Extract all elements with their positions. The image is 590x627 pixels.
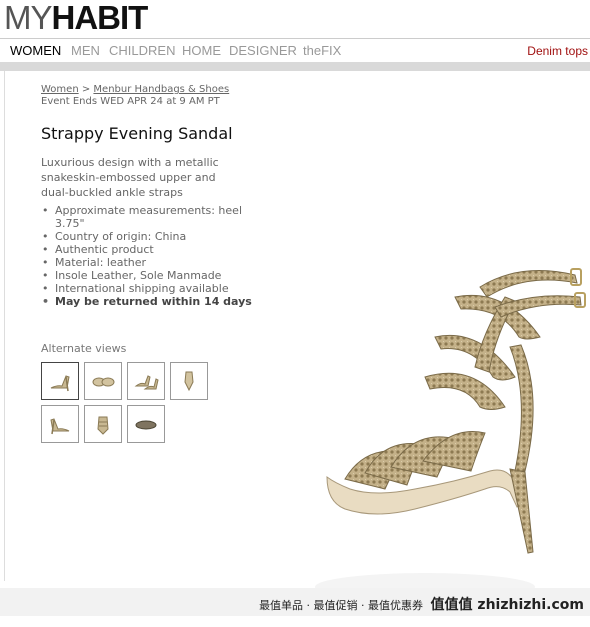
promo-link[interactable]: Denim tops [527,44,588,58]
sandal-front-icon [97,416,109,435]
sandal-pair-icon [134,375,159,390]
footer-watermark: 最值单品 · 最值促销 · 最值优惠券 值值值 zhizhizhi.com [259,594,584,614]
alternate-view-thumb-6[interactable] [84,405,122,443]
site-logo[interactable]: MYHABIT [4,0,149,36]
product-image[interactable] [305,257,590,627]
feature-item: International shipping available [41,282,261,295]
nav-item-children[interactable]: CHILDREN [109,43,175,58]
alternate-view-thumb-1[interactable] [41,362,79,400]
feature-item: Approximate measurements: heel 3.75" [41,204,261,230]
nav-item-designer[interactable]: DESIGNER [229,43,297,58]
breadcrumb-separator: > [81,84,91,95]
product-title: Strappy Evening Sandal [41,124,233,143]
sandal-back-icon [184,371,194,392]
product-features-list: Approximate measurements: heel 3.75" Cou… [41,204,261,308]
nav-item-men[interactable]: MEN [71,43,100,58]
breadcrumb-women-link[interactable]: Women [41,84,79,95]
logo-part-habit: HABIT [51,0,149,36]
sandal-side-icon [50,375,70,392]
product-page: Women > Menbur Handbags & Shoes Event En… [4,71,590,601]
nav-item-thefix[interactable]: theFIX [303,43,341,58]
sandal-top-icon [92,377,115,387]
main-nav: WOMEN MEN CHILDREN HOME DESIGNER theFIX … [0,38,590,63]
feature-item: Insole Leather, Sole Manmade [41,269,261,282]
breadcrumb-sale-link[interactable]: Menbur Handbags & Shoes [93,84,229,95]
alternate-view-thumb-3[interactable] [127,362,165,400]
alternate-view-thumb-2[interactable] [84,362,122,400]
nav-divider-band [0,62,590,71]
footer-slogan: 最值单品 · 最值促销 · 最值优惠券 [259,599,424,612]
nav-item-home[interactable]: HOME [182,43,221,58]
alternate-view-thumb-5[interactable] [41,405,79,443]
alternate-views-label: Alternate views [41,342,127,355]
sandal-inside-icon [50,418,70,435]
alternate-view-thumb-4[interactable] [170,362,208,400]
alternate-view-thumb-7[interactable] [127,405,165,443]
return-policy-item: May be returned within 14 days [41,295,261,308]
product-description: Luxurious design with a metallic snakesk… [41,156,219,199]
event-end-text: Event Ends WED APR 24 at 9 AM PT [41,96,220,107]
footer-brand[interactable]: 值值值 zhizhizhi.com [431,597,584,613]
feature-item: Authentic product [41,243,261,256]
site-footer: 最值单品 · 最值促销 · 最值优惠券 值值值 zhizhizhi.com [0,588,590,616]
logo-part-my: MY [4,0,52,36]
breadcrumb: Women > Menbur Handbags & Shoes [41,84,229,95]
feature-item: Material: leather [41,256,261,269]
feature-item: Country of origin: China [41,230,261,243]
nav-item-women[interactable]: WOMEN [10,43,61,58]
sandal-sole-icon [135,420,157,430]
